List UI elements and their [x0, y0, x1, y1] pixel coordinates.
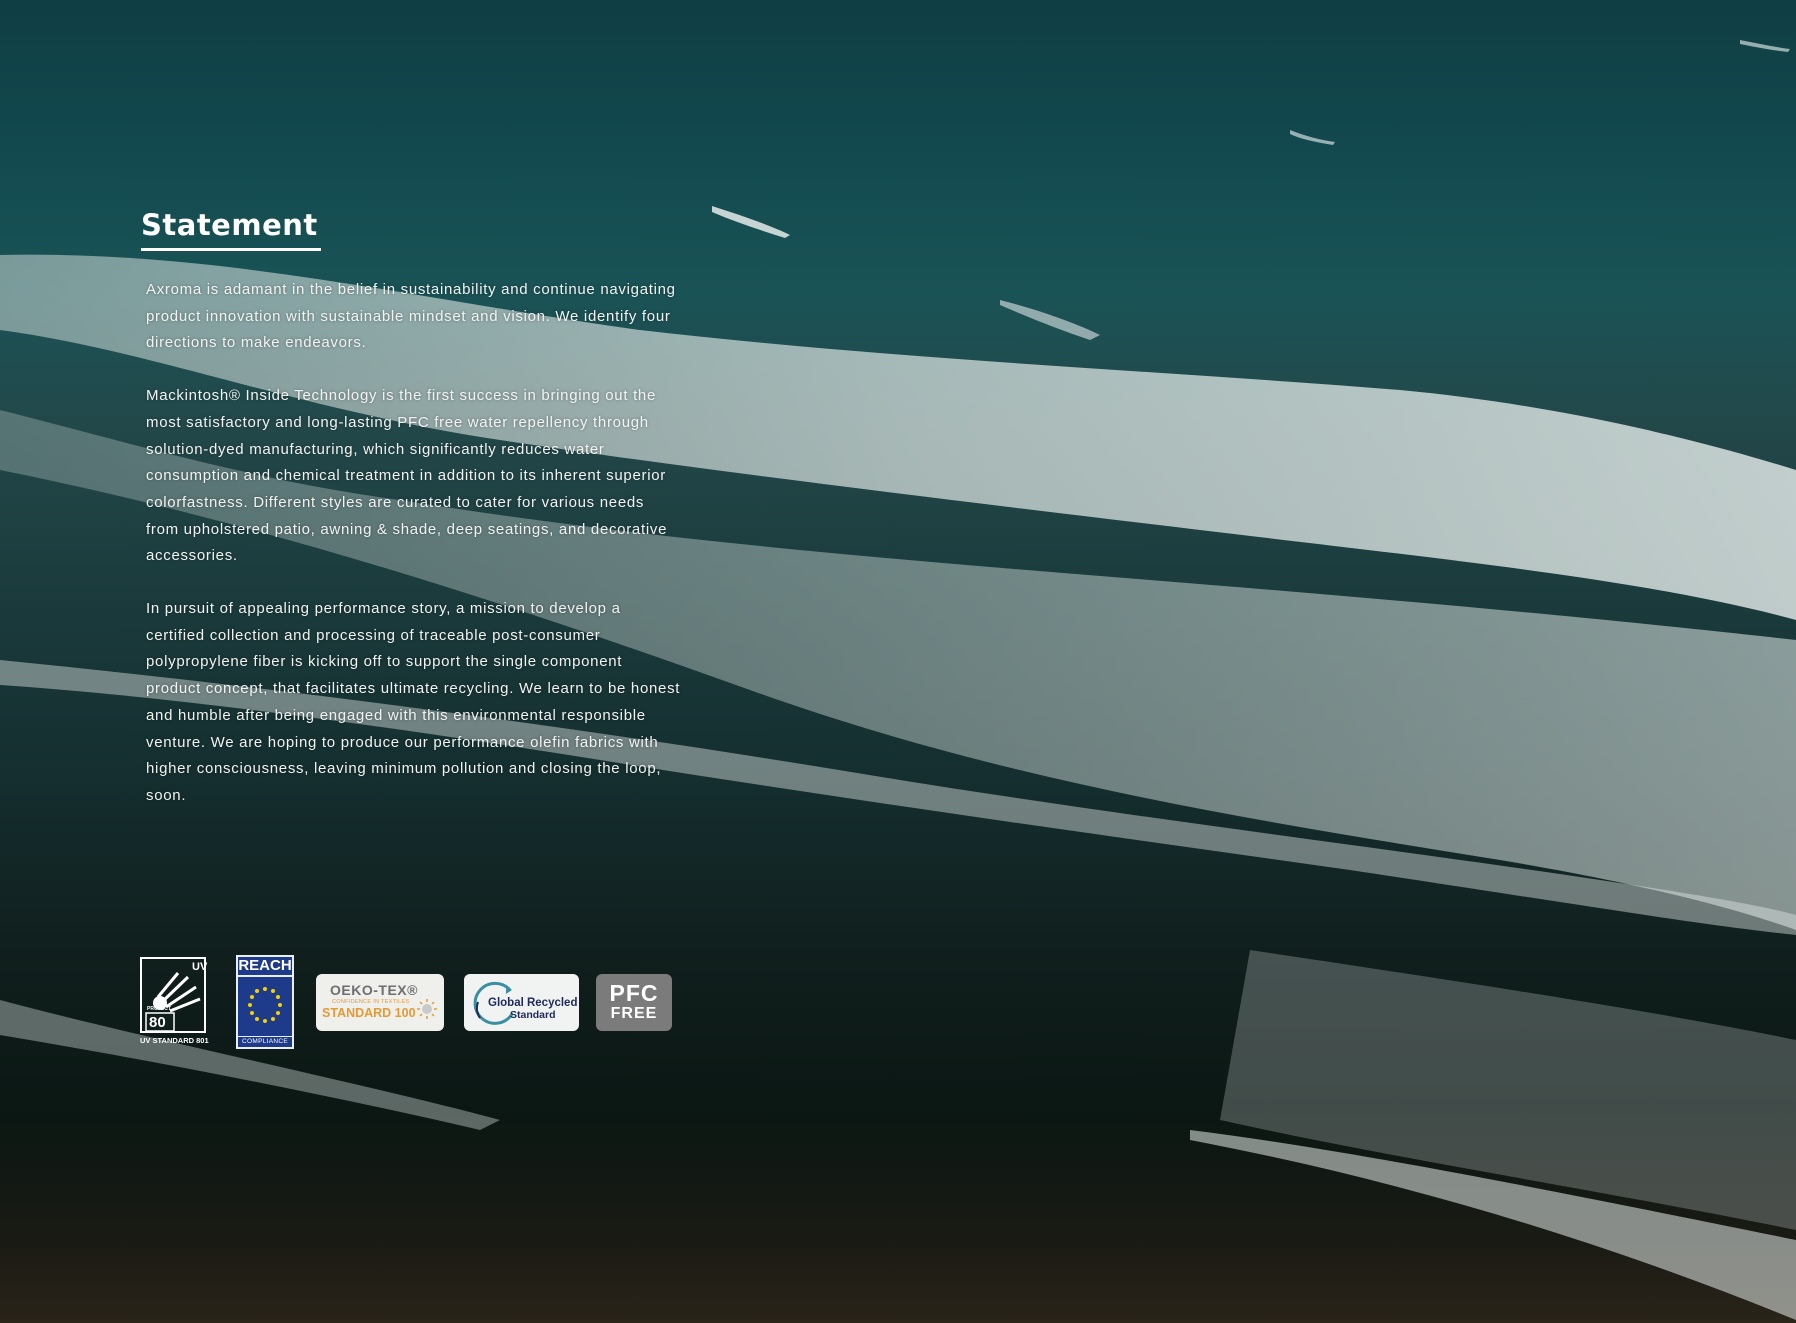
uv-corner-label: UV: [192, 961, 208, 973]
statement-paragraph-2: Mackintosh® Inside Technology is the fir…: [146, 387, 668, 565]
oeko-tex-standard-100-logo: OEKO-TEX® CONFIDENCE IN TEXTILES STANDAR…: [316, 974, 444, 1031]
title-underline: [141, 248, 321, 251]
oeko-sun-icon: [417, 999, 437, 1019]
statement-paragraph-1: Axroma is adamant in the belief in susta…: [146, 281, 676, 352]
oeko-standard: STANDARD 100: [322, 1006, 416, 1020]
pfc-line-1: PFC: [609, 980, 659, 1006]
grs-line-1: Global Recycled: [488, 997, 578, 1009]
reach-compliance-logo: REACH COMPLIANCE: [236, 955, 294, 1049]
uv-standard-label: UV STANDARD 801: [140, 1036, 209, 1045]
uv-standard-801-logo: UV PROTECT 80 UV STANDARD 801: [140, 957, 214, 1049]
eu-stars-icon: [248, 987, 282, 1023]
uv-protect-value: 80: [149, 1014, 166, 1031]
statement-section: Statement Axroma is adamant in the belie…: [141, 206, 681, 810]
oeko-brand: OEKO-TEX®: [330, 982, 418, 998]
grs-line-2: Standard: [510, 1009, 556, 1021]
certification-logos: UV PROTECT 80 UV STANDARD 801 REACH COMP…: [140, 955, 680, 1050]
reach-header: REACH: [238, 957, 292, 977]
global-recycled-standard-logo: Global Recycled Standard: [464, 974, 579, 1031]
reach-footer: COMPLIANCE: [238, 1036, 292, 1047]
pfc-line-2: FREE: [610, 1005, 658, 1022]
uv-protect-label: PROTECT: [147, 1006, 171, 1012]
uv-sun-icon: UV PROTECT 80 UV STANDARD 801: [140, 957, 209, 1045]
oeko-tagline: CONFIDENCE IN TEXTILES: [332, 999, 410, 1005]
statement-paragraph-3: In pursuit of appealing performance stor…: [146, 600, 681, 804]
pfc-free-logo: PFC FREE: [596, 974, 672, 1031]
statement-title: Statement: [141, 208, 318, 242]
